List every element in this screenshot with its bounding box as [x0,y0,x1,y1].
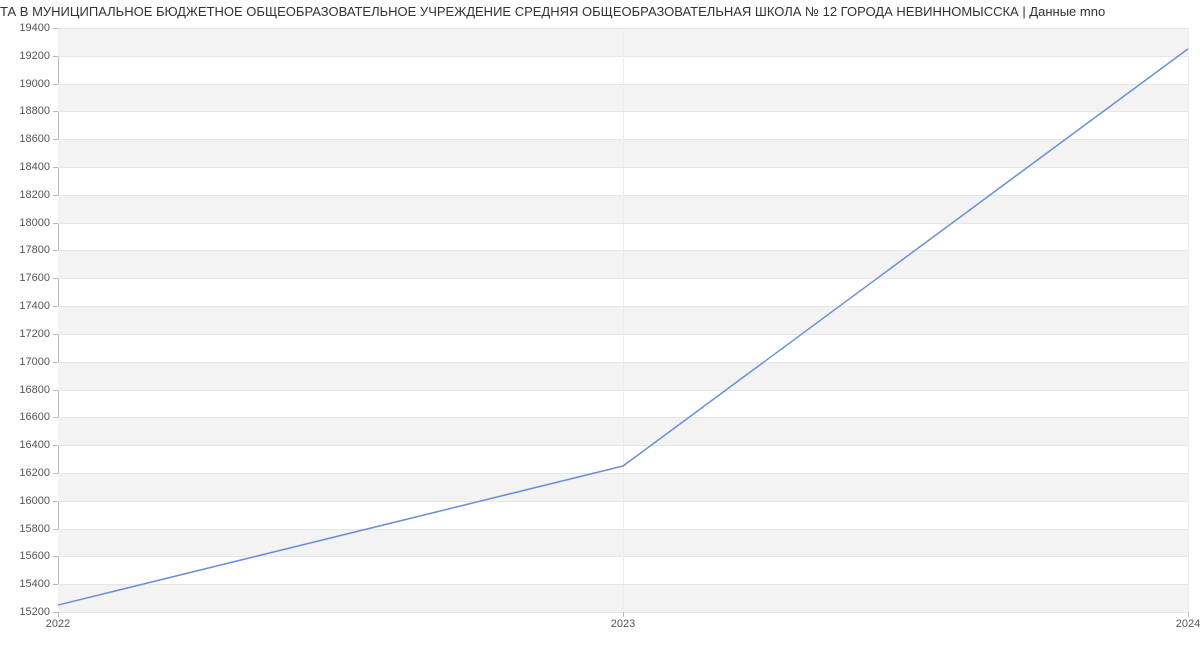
y-tick-label: 17000 [0,356,50,368]
y-tick-mark [53,529,58,530]
y-tick-mark [53,556,58,557]
x-grid-line [1188,28,1189,612]
y-tick-label: 18200 [0,189,50,201]
y-tick-label: 17800 [0,244,50,256]
x-tick-mark [1188,612,1189,617]
y-tick-mark [53,473,58,474]
y-tick-label: 19000 [0,78,50,90]
y-tick-mark [53,195,58,196]
y-tick-label: 18400 [0,161,50,173]
x-tick-label: 2022 [46,618,70,630]
y-tick-mark [53,417,58,418]
y-tick-label: 17400 [0,300,50,312]
y-tick-mark [53,501,58,502]
x-tick-label: 2024 [1176,618,1200,630]
y-tick-mark [53,306,58,307]
y-tick-mark [53,167,58,168]
y-tick-mark [53,362,58,363]
y-tick-mark [53,28,58,29]
y-tick-mark [53,56,58,57]
y-tick-label: 17600 [0,272,50,284]
y-tick-label: 15400 [0,578,50,590]
y-tick-label: 16400 [0,439,50,451]
y-tick-mark [53,139,58,140]
y-tick-label: 19400 [0,22,50,34]
y-tick-mark [53,584,58,585]
y-tick-label: 15600 [0,550,50,562]
chart-container: ТА В МУНИЦИПАЛЬНОЕ БЮДЖЕТНОЕ ОБЩЕОБРАЗОВ… [0,0,1200,650]
y-tick-label: 15200 [0,606,50,618]
series-path [58,49,1188,605]
y-tick-mark [53,250,58,251]
y-tick-label: 15800 [0,523,50,535]
y-tick-label: 18800 [0,105,50,117]
y-tick-mark [53,334,58,335]
y-tick-label: 18600 [0,133,50,145]
y-tick-label: 16600 [0,411,50,423]
y-tick-mark [53,390,58,391]
x-tick-mark [623,612,624,617]
plot-area [58,28,1188,613]
y-tick-label: 16800 [0,384,50,396]
y-tick-mark [53,445,58,446]
y-tick-label: 18000 [0,217,50,229]
chart-title: ТА В МУНИЦИПАЛЬНОЕ БЮДЖЕТНОЕ ОБЩЕОБРАЗОВ… [0,4,1200,19]
line-series [58,28,1188,612]
y-tick-mark [53,111,58,112]
y-tick-label: 19200 [0,50,50,62]
y-tick-label: 16200 [0,467,50,479]
y-tick-mark [53,84,58,85]
y-tick-mark [53,278,58,279]
y-tick-label: 16000 [0,495,50,507]
y-tick-mark [53,223,58,224]
x-tick-mark [58,612,59,617]
y-tick-label: 17200 [0,328,50,340]
x-tick-label: 2023 [611,618,635,630]
